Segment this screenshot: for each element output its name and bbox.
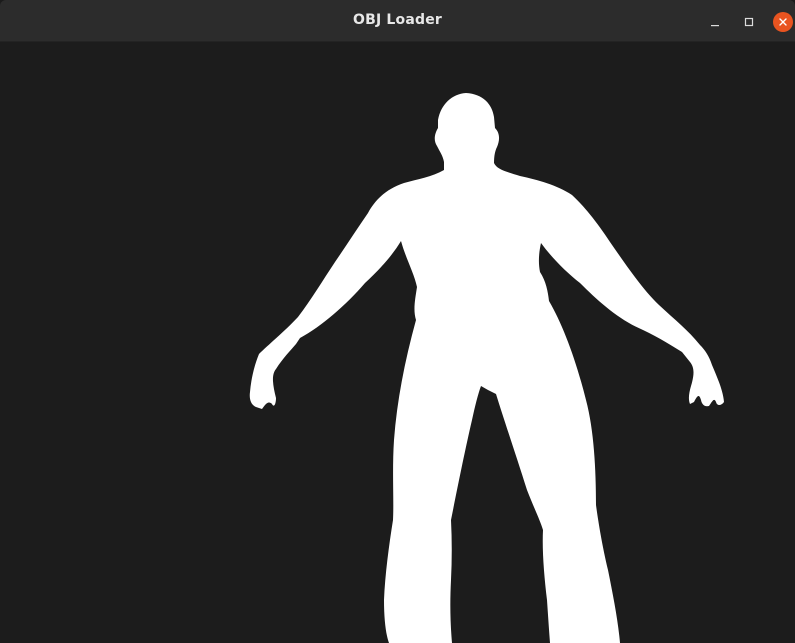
window-title: OBJ Loader xyxy=(352,12,443,28)
render-viewport[interactable] xyxy=(0,42,795,643)
humanoid-model xyxy=(249,93,724,643)
minimize-icon xyxy=(711,25,719,27)
humanoid-silhouette xyxy=(249,93,724,643)
close-button[interactable] xyxy=(773,12,793,32)
maximize-icon xyxy=(744,17,754,27)
minimize-button[interactable] xyxy=(705,12,725,32)
title-bar[interactable]: OBJ Loader xyxy=(0,0,795,42)
app-window: OBJ Loader xyxy=(0,0,795,643)
maximize-button[interactable] xyxy=(739,12,759,32)
close-icon xyxy=(779,18,787,26)
